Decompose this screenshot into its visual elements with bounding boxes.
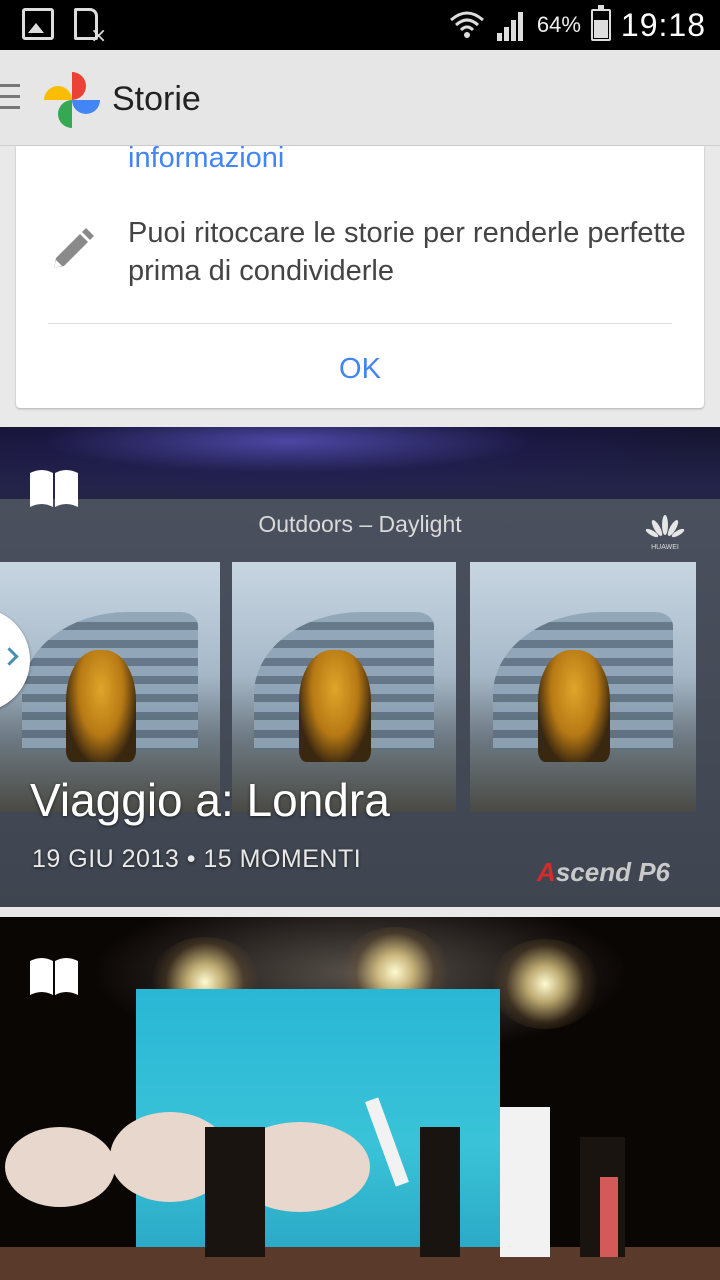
- google-photos-logo[interactable]: [40, 68, 104, 132]
- tip-text: Puoi ritoccare le storie per renderle pe…: [128, 217, 686, 287]
- ok-button[interactable]: OK: [16, 346, 704, 392]
- app-title: Storie: [112, 80, 201, 118]
- battery-percent: 64%: [536, 12, 581, 37]
- brand-text: Ascend P6: [537, 857, 670, 887]
- info-card: informazioni Puoi ritoccare le storie pe…: [16, 146, 704, 408]
- clock: 19:18: [620, 6, 706, 43]
- menu-icon[interactable]: [0, 84, 20, 110]
- svg-text:HUAWEI: HUAWEI: [651, 544, 679, 551]
- story-title: Viaggio a: Londra: [30, 774, 390, 826]
- divider: [48, 323, 672, 324]
- slide-title: Outdoors – Daylight: [258, 511, 462, 537]
- wifi-icon: [449, 11, 484, 38]
- battery-icon: [590, 5, 611, 41]
- sim-missing-icon: [74, 8, 107, 47]
- dancers-image: [0, 1097, 720, 1280]
- stage-lights: [0, 427, 720, 497]
- app-bar: Storie: [0, 50, 720, 146]
- more-info-link[interactable]: informazioni: [128, 146, 284, 175]
- story-meta: 19 GIU 2013 • 15 MOMENTI: [32, 845, 362, 873]
- status-bar: 64% 19:18: [0, 0, 720, 50]
- story-card[interactable]: Outdoors – Daylight HUAWEI Ascend P6 Via…: [0, 427, 720, 907]
- gallery-notification-icon: [22, 8, 54, 40]
- stage-spotlight: [490, 939, 600, 1029]
- huawei-logo: HUAWEI: [645, 515, 685, 551]
- pencil-icon: [54, 228, 94, 268]
- story-book-icon: [30, 958, 78, 995]
- story-book-icon: [30, 470, 78, 507]
- comparison-photo: [470, 562, 696, 812]
- signal-icon: [496, 12, 523, 41]
- story-card[interactable]: [0, 917, 720, 1280]
